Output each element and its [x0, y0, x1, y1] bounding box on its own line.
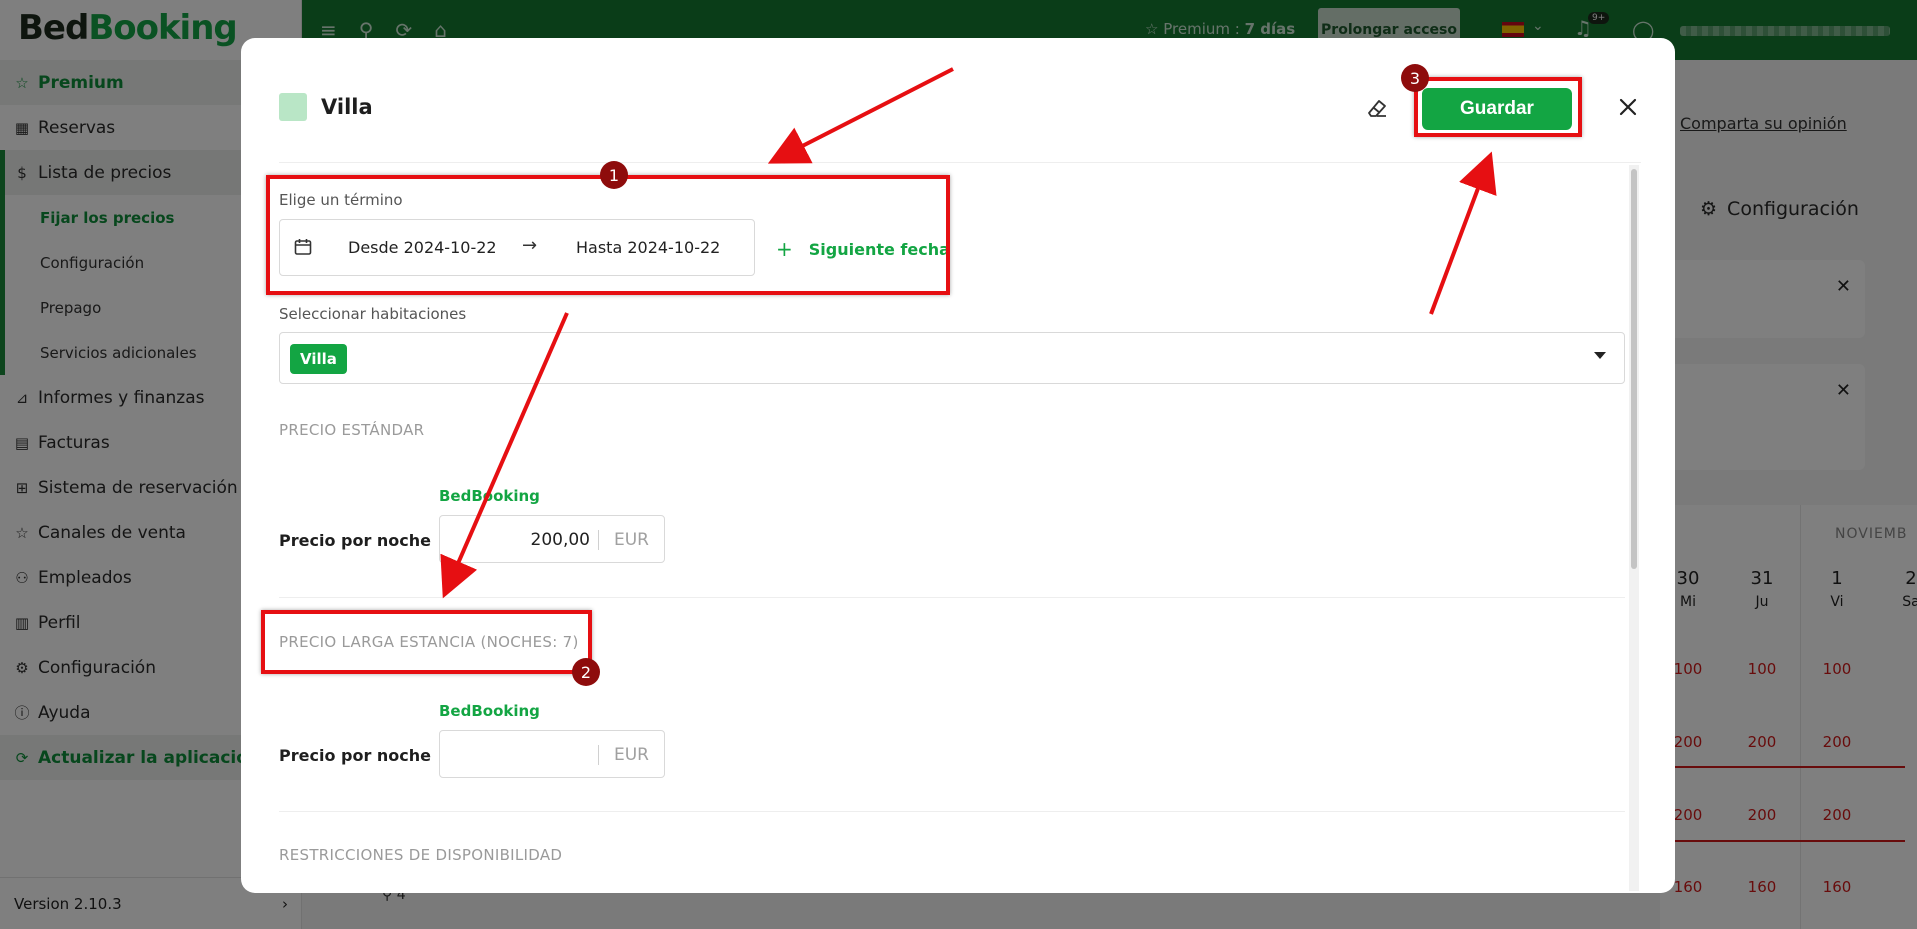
price-separator: [598, 745, 599, 765]
price-modal: Villa Guardar Elige un término Desde 202…: [241, 38, 1675, 893]
close-icon[interactable]: [1617, 96, 1639, 118]
caret-down-icon[interactable]: [1594, 352, 1606, 359]
header-divider: [279, 162, 1641, 163]
long-stay-price-field[interactable]: EUR: [439, 730, 665, 778]
availability-section-title: RESTRICCIONES DE DISPONIBILIDAD: [279, 846, 563, 864]
modal-scrollbar[interactable]: [1629, 165, 1639, 891]
price-per-night-label: Precio por noche: [279, 531, 432, 550]
annotation-box-2: [261, 610, 592, 674]
annotation-badge-3: 3: [1401, 64, 1429, 92]
channel-label: BedBooking: [439, 487, 540, 505]
standard-price-section-title: PRECIO ESTÁNDAR: [279, 421, 425, 439]
standard-price-field[interactable]: EUR: [439, 515, 665, 563]
standard-price-input[interactable]: [450, 530, 590, 550]
long-stay-price-input[interactable]: [450, 745, 590, 765]
room-color-swatch: [279, 93, 307, 121]
channel-label: BedBooking: [439, 702, 540, 720]
annotation-badge-2: 2: [572, 658, 600, 686]
price-separator: [598, 530, 599, 550]
rooms-label: Seleccionar habitaciones: [279, 305, 467, 323]
annotation-box-3: [1414, 77, 1582, 137]
eraser-icon[interactable]: [1365, 95, 1389, 119]
modal-title: Villa: [321, 95, 373, 119]
currency-label: EUR: [614, 530, 649, 550]
section-divider: [279, 811, 1625, 812]
currency-label: EUR: [614, 745, 649, 765]
section-divider: [279, 597, 1625, 598]
scrollbar-thumb[interactable]: [1631, 169, 1637, 569]
annotation-box-1: [266, 175, 950, 295]
room-tag[interactable]: Villa: [290, 344, 347, 374]
rooms-select[interactable]: Villa: [279, 332, 1625, 384]
price-per-night-label: Precio por noche: [279, 746, 432, 765]
annotation-badge-1: 1: [600, 161, 628, 189]
